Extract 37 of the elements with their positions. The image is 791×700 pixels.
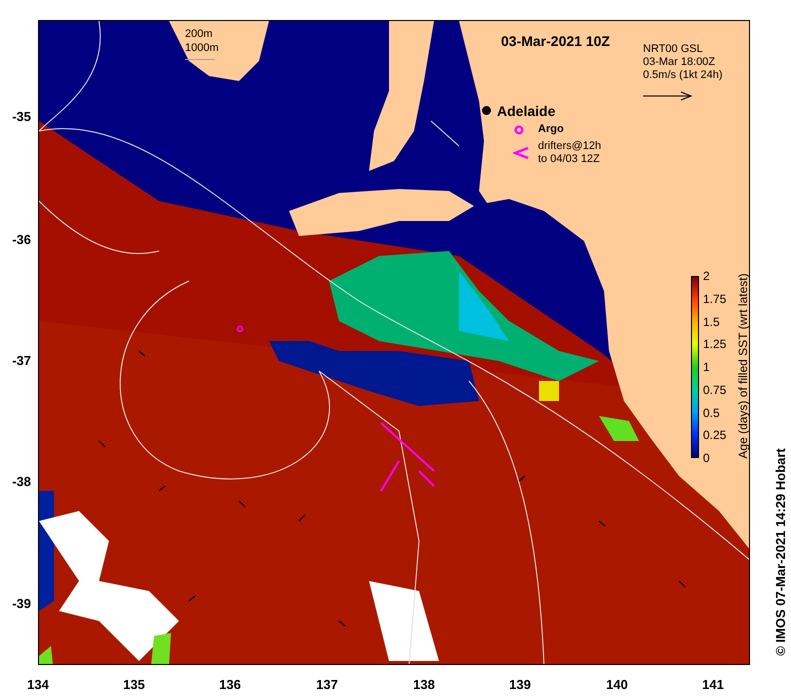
arrow-icon	[643, 91, 693, 101]
colorbar-tick-label: 1.25	[703, 337, 728, 352]
contour-legend-line	[185, 59, 215, 60]
y-tick-label: -37	[11, 353, 31, 369]
current-legend-label: NRT00 GSL	[643, 43, 704, 56]
y-tick-label: -39	[11, 596, 31, 612]
colorbar-tick-label: 2	[703, 269, 711, 283]
y-tick-label: -36	[11, 232, 31, 248]
legend-label: Argo	[538, 123, 565, 136]
y-tick-label: -35	[11, 109, 31, 125]
current-legend-label: 0.5m/s (1kt 24h)	[643, 69, 722, 82]
chevron-marker-icon	[513, 147, 529, 159]
city-label: Adelaide	[497, 102, 556, 121]
colorbar-tick-label: 0.75	[703, 382, 728, 397]
x-tick-label: 139	[508, 677, 532, 693]
colorbar-tick-label: 1.75	[703, 292, 728, 306]
colorbar-tick-label: 0.5	[703, 406, 721, 420]
contour-legend-label: 200m	[185, 27, 214, 41]
x-tick-label: 135	[122, 677, 146, 693]
y-tick-label: -38	[11, 474, 31, 490]
colorbar-tick-label: 0.25	[703, 428, 728, 442]
circle-marker-icon	[514, 125, 524, 135]
x-tick-label: 134	[26, 677, 50, 693]
x-tick-label: 136	[218, 677, 242, 693]
current-legend-label: 03-Mar 18:00Z	[643, 56, 716, 69]
x-tick-label: 141	[701, 677, 725, 693]
legend-label: drifters@12h	[538, 140, 602, 153]
contour-legend-label: 1000m	[185, 41, 219, 55]
x-tick-label: 140	[605, 677, 629, 693]
legend-label: to 04/03 12Z	[538, 153, 601, 166]
colorbar-tick-label: 1.5	[703, 314, 721, 328]
x-tick-label: 137	[315, 677, 339, 693]
colorbar-tick-label: 0	[703, 451, 711, 465]
colorbar-tick-label: 1	[703, 360, 711, 374]
credit-text: © IMOS 07-Mar-2021 14:29 Hobart	[773, 447, 789, 657]
x-tick-label: 138	[412, 677, 436, 693]
map-title: 03-Mar-2021 10Z	[501, 32, 610, 51]
